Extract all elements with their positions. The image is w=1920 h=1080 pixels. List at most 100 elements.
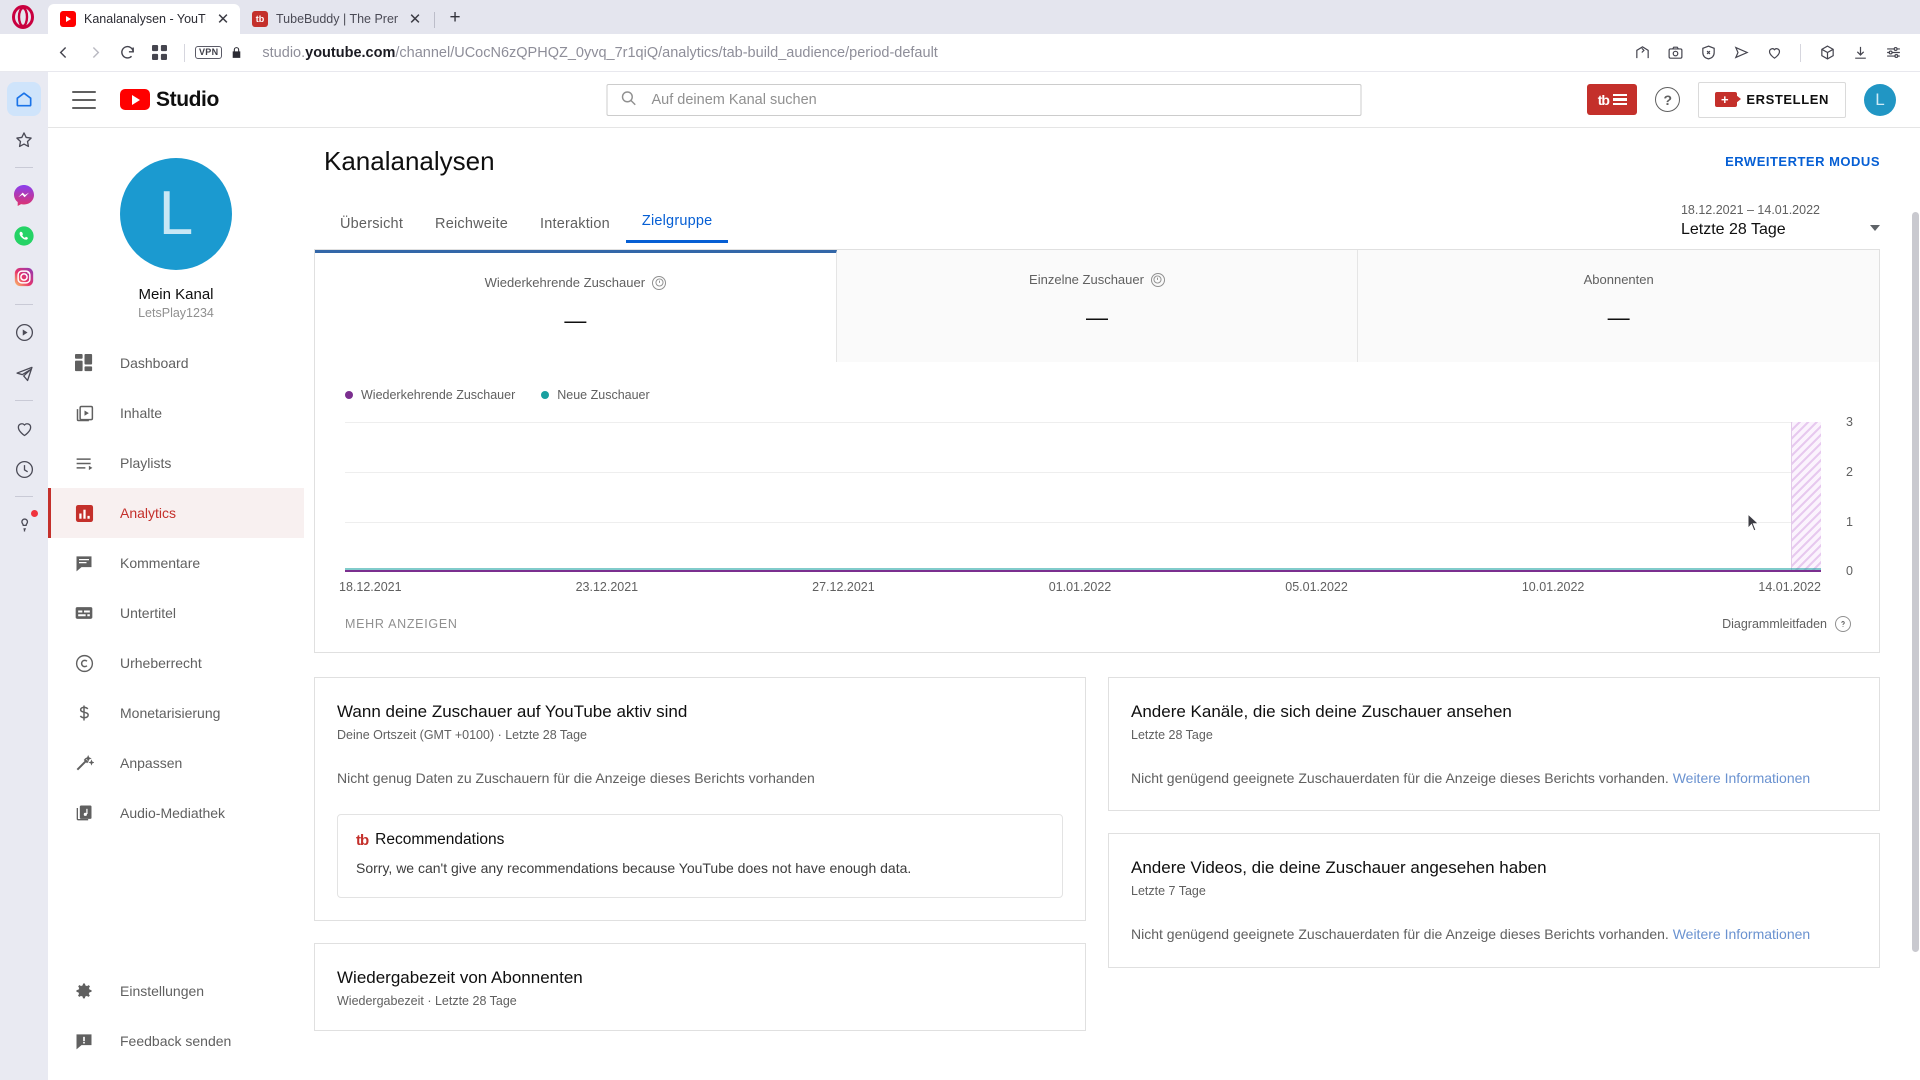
date-range-selector[interactable]: 18.12.2021 – 14.01.2022 Letzte 28 Tage: [1681, 203, 1880, 243]
sidebar-item-instagram[interactable]: [7, 260, 41, 294]
sidebar-item-whatsapp[interactable]: [7, 219, 41, 253]
downloads-icon[interactable]: [1845, 38, 1875, 68]
playlists-icon: [72, 451, 96, 475]
browser-tab-1[interactable]: Kanalanalysen - YouTube S ✕: [48, 4, 240, 34]
metric-abonnenten[interactable]: Abonnenten —: [1358, 250, 1880, 362]
tubebuddy-icon: tb: [1597, 91, 1610, 108]
help-icon[interactable]: ?: [1655, 87, 1681, 112]
metric-einzelne-zuschauer[interactable]: Einzelne Zuschauer —: [836, 250, 1359, 362]
sidebar-item-anpassen[interactable]: Anpassen: [48, 738, 304, 788]
divider: [434, 12, 435, 28]
lock-icon[interactable]: [224, 38, 248, 68]
heart-icon[interactable]: [1759, 38, 1789, 68]
new-tab-button[interactable]: +: [441, 4, 469, 32]
legend-color-swatch: [345, 391, 353, 399]
pin-page-icon[interactable]: [1627, 38, 1657, 68]
tab-reichweite[interactable]: Reichweite: [419, 216, 524, 243]
help-icon[interactable]: [1835, 616, 1851, 632]
sidebar-item-player[interactable]: [7, 315, 41, 349]
hamburger-icon[interactable]: [72, 90, 96, 109]
speed-dial-icon[interactable]: [144, 38, 174, 68]
forward-icon[interactable]: [80, 38, 110, 68]
tab-uebersicht[interactable]: Übersicht: [324, 216, 419, 243]
easy-setup-icon[interactable]: [1878, 38, 1908, 68]
learn-more-link[interactable]: Weitere Informationen: [1673, 770, 1810, 786]
tab-zielgruppe[interactable]: Zielgruppe: [625, 213, 729, 243]
gridline: [345, 522, 1821, 523]
tubebuddy-recommendations-box: tb Recommendations Sorry, we can't give …: [337, 814, 1063, 899]
close-icon[interactable]: ✕: [406, 10, 424, 28]
metric-label: Abonnenten: [1583, 272, 1654, 287]
sidebar-item-favorites[interactable]: [7, 411, 41, 445]
sidebar-item-einstellungen[interactable]: Einstellungen: [48, 966, 304, 1016]
sidebar-item-home[interactable]: [7, 82, 41, 116]
divider: [15, 400, 33, 401]
send-icon[interactable]: [1726, 38, 1756, 68]
chevron-down-icon[interactable]: [1870, 225, 1880, 231]
sidebar-item-label: Playlists: [120, 455, 172, 471]
sidebar-item-telegram[interactable]: [7, 356, 41, 390]
tab-title: TubeBuddy | The Premier Y: [276, 12, 398, 26]
card-watch-time-subscribers: Wiedergabezeit von Abonnenten Wiedergabe…: [314, 943, 1086, 1032]
metric-value: —: [564, 308, 587, 333]
sidebar-item-tips[interactable]: [7, 507, 41, 541]
sidebar-item-dashboard[interactable]: Dashboard: [48, 338, 304, 388]
legend-item-new[interactable]: Neue Zuschauer: [541, 388, 650, 402]
show-more-button[interactable]: MEHR ANZEIGEN: [345, 617, 458, 631]
tab-interaktion[interactable]: Interaktion: [524, 216, 626, 243]
sidebar-item-urheberrecht[interactable]: Urheberrecht: [48, 638, 304, 688]
sidebar-item-kommentare[interactable]: Kommentare: [48, 538, 304, 588]
info-icon[interactable]: [1150, 272, 1165, 287]
sidebar-item-untertitel[interactable]: Untertitel: [48, 588, 304, 638]
sidebar-item-audio-mediathek[interactable]: Audio-Mediathek: [48, 788, 304, 838]
reload-icon[interactable]: [112, 38, 142, 68]
opera-logo-icon[interactable]: [10, 4, 36, 30]
avatar[interactable]: L: [1864, 83, 1896, 116]
ad-blocker-icon[interactable]: [1693, 38, 1723, 68]
page-content: Studio Auf deinem Kanal suchen tb ? ERST…: [48, 72, 1920, 1080]
reports-left-column: Wann deine Zuschauer auf YouTube aktiv s…: [314, 677, 1086, 1032]
page-scrollbar[interactable]: [1912, 212, 1919, 952]
sidebar-item-playlists[interactable]: Playlists: [48, 438, 304, 488]
snapshot-icon[interactable]: [1660, 38, 1690, 68]
sidebar-item-monetarisierung[interactable]: Monetarisierung: [48, 688, 304, 738]
create-button[interactable]: ERSTELLEN: [1698, 81, 1846, 118]
studio-logo[interactable]: Studio: [120, 88, 219, 112]
recommendations-text: Sorry, we can't give any recommendations…: [356, 860, 912, 877]
tubebuddy-menu-button[interactable]: tb: [1587, 84, 1638, 115]
sidebar-item-inhalte[interactable]: Inhalte: [48, 388, 304, 438]
chart-card: Wiederkehrende Zuschauer — Einzelne Zusc…: [314, 249, 1880, 653]
url-text[interactable]: studio.youtube.com/channel/UCocN6zQPHQZ_…: [262, 45, 937, 61]
info-icon[interactable]: [652, 275, 667, 290]
y-tick-label: 1: [1846, 515, 1853, 529]
sidebar-item-messenger[interactable]: [7, 178, 41, 212]
search-icon: [620, 89, 638, 110]
youtube-icon: [60, 11, 76, 27]
learn-more-link[interactable]: Weitere Informationen: [1673, 926, 1810, 942]
channel-avatar[interactable]: L: [120, 158, 232, 270]
close-icon[interactable]: ✕: [214, 10, 232, 28]
browser-tab-2[interactable]: tb TubeBuddy | The Premier Y ✕: [240, 4, 432, 34]
cube-icon[interactable]: [1812, 38, 1842, 68]
sidebar-item-bookmarks[interactable]: [7, 123, 41, 157]
vpn-badge[interactable]: VPN: [195, 45, 223, 60]
back-icon[interactable]: [48, 38, 78, 68]
browser-toolbar-actions: [1627, 38, 1920, 68]
sidebar-item-history[interactable]: [7, 452, 41, 486]
card-active-times: Wann deine Zuschauer auf YouTube aktiv s…: [314, 677, 1086, 922]
legend-label: Neue Zuschauer: [557, 388, 650, 402]
sidebar-item-analytics[interactable]: Analytics: [48, 488, 304, 538]
sidebar-item-feedback[interactable]: Feedback senden: [48, 1016, 304, 1066]
advanced-mode-button[interactable]: ERWEITERTER MODUS: [1725, 146, 1880, 169]
metric-wiederkehrende-zuschauer[interactable]: Wiederkehrende Zuschauer —: [315, 250, 837, 362]
card-message: Nicht genug Daten zu Zuschauern für die …: [337, 770, 815, 786]
recommendations-heading: tb Recommendations: [356, 831, 1044, 849]
search-input[interactable]: Auf deinem Kanal suchen: [606, 83, 1362, 116]
search-placeholder: Auf deinem Kanal suchen: [651, 91, 817, 108]
card-message-text: Nicht genügend geeignete Zuschauerdaten …: [1131, 926, 1669, 943]
card-title: Wiedergabezeit von Abonnenten: [337, 968, 583, 988]
card-subtitle: Deine Ortszeit (GMT +0100) · Letzte 28 T…: [337, 728, 588, 742]
chart-plot-area[interactable]: 3 2 1 0: [345, 415, 1853, 578]
legend-item-returning[interactable]: Wiederkehrende Zuschauer: [345, 388, 515, 402]
chart-guide-button[interactable]: Diagrammleitfaden: [1722, 616, 1851, 632]
